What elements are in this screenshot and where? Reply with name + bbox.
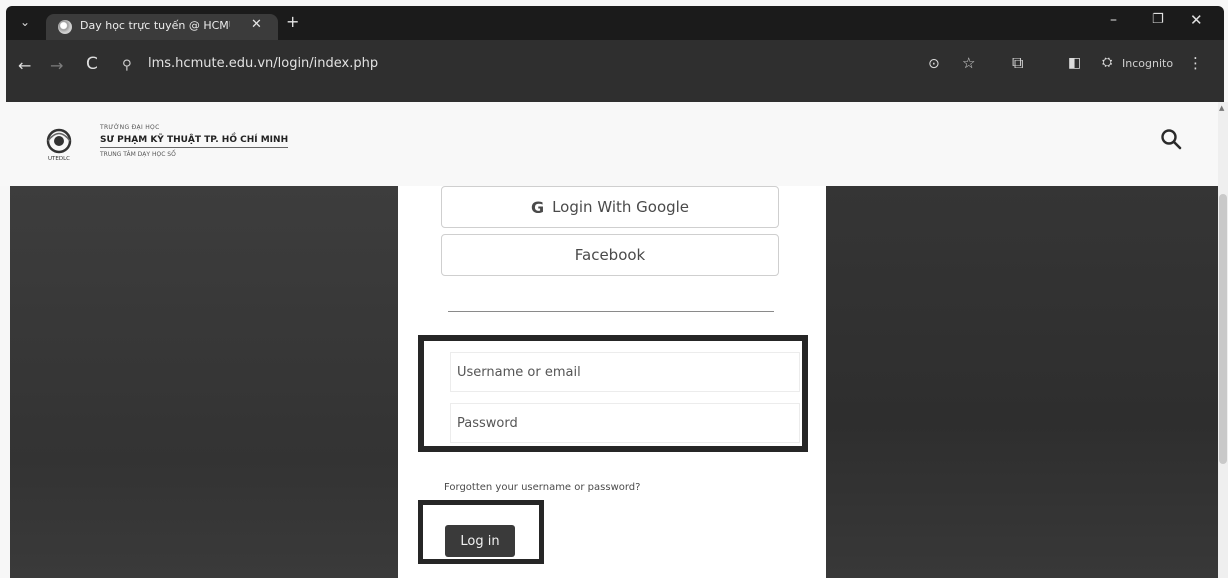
window-minimize-icon[interactable]: –	[1110, 12, 1117, 28]
login-with-google-button[interactable]: G Login With Google	[441, 186, 779, 228]
reload-icon[interactable]: C	[86, 54, 98, 74]
login-button-highlight-box: Log in	[418, 500, 544, 564]
facebook-button-label: Facebook	[574, 246, 646, 264]
new-tab-button[interactable]: +	[286, 12, 299, 31]
page: ⌄ Day học trực tuyến @ HCMUTE ✕ + – ❐ ✕ …	[0, 0, 1228, 578]
username-input[interactable]	[450, 352, 800, 392]
tab-title: Day học trực tuyến @ HCMUTE	[80, 19, 230, 32]
scroll-up-icon[interactable]: ▲	[1219, 104, 1224, 112]
login-card: G Login With Google Facebook Forgotten y…	[398, 186, 826, 578]
window-close-icon[interactable]: ✕	[1190, 11, 1203, 29]
logo-text-school: TRƯỜNG ĐẠI HỌC	[100, 124, 160, 131]
background-image-right	[826, 186, 1218, 578]
divider	[448, 311, 774, 312]
browser-tab-bar: ⌄ Day học trực tuyến @ HCMUTE ✕ + – ❐ ✕	[6, 6, 1224, 40]
bookmark-star-icon[interactable]: ☆	[962, 54, 975, 72]
logo-text-center: TRUNG TÂM DẠY HỌC SỐ	[100, 151, 176, 158]
site-info-icon[interactable]: ⚲	[122, 58, 132, 73]
site-header: UTEDLC TRƯỜNG ĐẠI HỌC SƯ PHẠM KỸ THUẬT T…	[0, 102, 1228, 186]
facebook-login-button[interactable]: Facebook	[441, 234, 779, 276]
back-icon[interactable]: ←	[18, 56, 31, 75]
forward-icon[interactable]: →	[50, 56, 63, 75]
extensions-icon[interactable]: ⧉	[1012, 53, 1023, 73]
browser-toolbar: ← → C ⚲ lms.hcmute.edu.vn/login/index.ph…	[6, 40, 1224, 102]
site-favicon-icon	[58, 20, 72, 34]
window-maximize-icon[interactable]: ❐	[1152, 12, 1164, 27]
side-panel-icon[interactable]: ◧	[1068, 55, 1081, 71]
logo-caption: UTEDLC	[48, 156, 70, 162]
password-input[interactable]	[450, 403, 800, 443]
search-icon[interactable]	[1160, 128, 1182, 150]
google-button-label: Login With Google	[552, 198, 690, 216]
password-key-icon[interactable]: ⊙	[928, 56, 940, 72]
forgot-password-link[interactable]: Forgotten your username or password?	[444, 482, 640, 493]
logo-text-university-name: SƯ PHẠM KỸ THUẬT TP. HỒ CHÍ MINH	[100, 135, 289, 148]
tab-list-icon[interactable]: ⌄	[20, 15, 30, 29]
credentials-highlight-box	[418, 335, 808, 452]
tab-close-icon[interactable]: ✕	[251, 17, 262, 32]
google-icon: G	[530, 197, 545, 217]
incognito-icon: ⛭	[1102, 55, 1113, 70]
background-image-left	[10, 186, 398, 578]
incognito-label[interactable]: Incognito	[1122, 57, 1173, 70]
log-in-button[interactable]: Log in	[445, 525, 515, 557]
university-logo-icon[interactable]: UTEDLC	[44, 128, 74, 162]
browser-tab-active[interactable]: Day học trực tuyến @ HCMUTE ✕	[46, 14, 278, 40]
browser-menu-icon[interactable]: ⋮	[1188, 54, 1203, 72]
address-bar[interactable]: lms.hcmute.edu.vn/login/index.php	[148, 56, 378, 71]
scrollbar-thumb[interactable]	[1219, 194, 1227, 464]
